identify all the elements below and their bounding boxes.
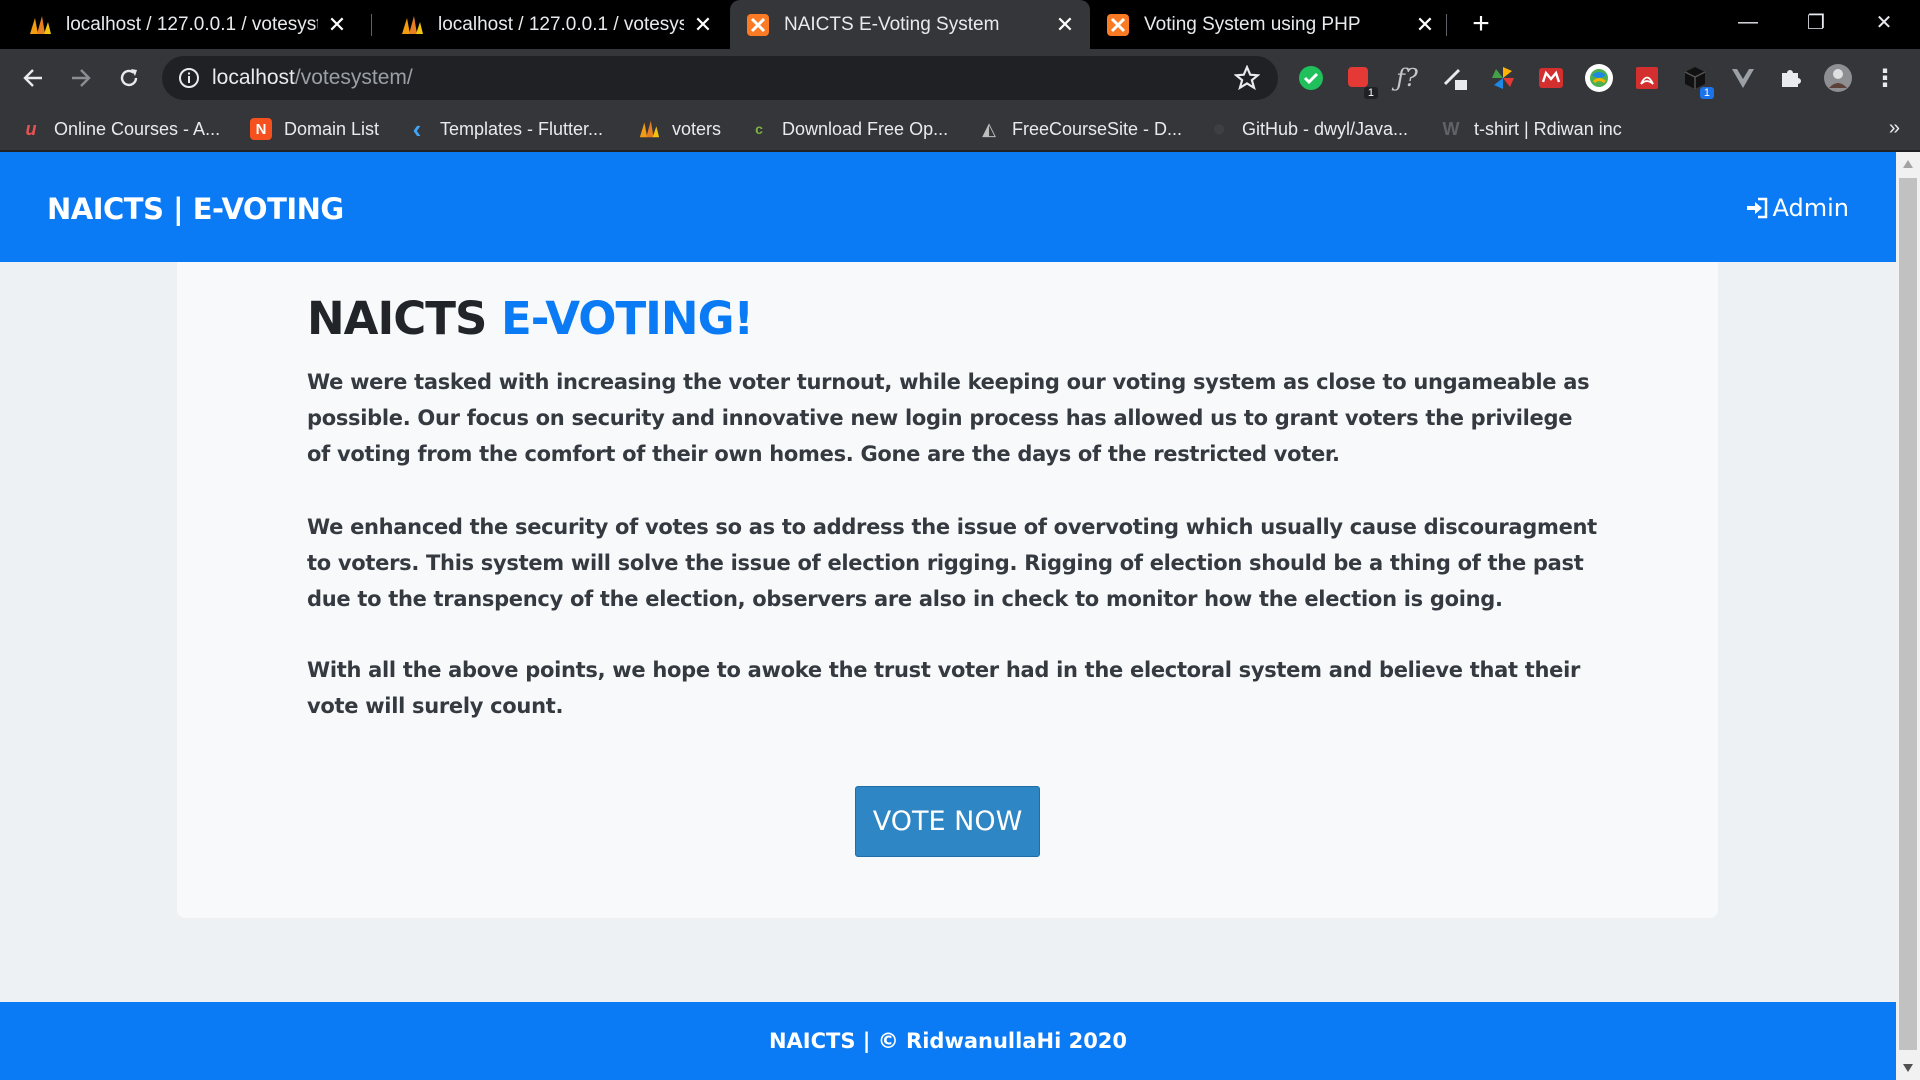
extension-globe-icon[interactable]	[1584, 63, 1614, 93]
bookmark-online-courses[interactable]: u Online Courses - A...	[20, 115, 221, 143]
tab-voting-system-php[interactable]: Voting System using PHP ✕	[1092, 0, 1450, 49]
title-accent: E-VOTING!	[501, 292, 754, 345]
arrow-left-icon	[23, 69, 42, 87]
browser-toolbar: localhost/votesystem/ 1 ƒ? 1 ⋮	[0, 49, 1920, 107]
intro-paragraph-1: We were tasked with increasing the voter…	[307, 370, 1590, 466]
extension-vue-icon[interactable]	[1728, 63, 1758, 93]
bookmark-label: Templates - Flutter...	[440, 118, 604, 139]
site-brand[interactable]: NAICTS | E-VOTING	[47, 192, 344, 226]
tab-phpmyadmin-1[interactable]: localhost / 127.0.0.1 / votesystem ✕	[0, 0, 362, 49]
reload-icon	[120, 69, 138, 87]
url-path: /votesystem/	[294, 66, 413, 89]
bookmark-voters[interactable]: voters	[638, 115, 721, 143]
phpmyadmin-icon	[400, 13, 424, 37]
vote-now-button[interactable]: VOTE NOW	[855, 786, 1040, 857]
page-viewport: NAICTS | E-VOTING Admin NAICTS E-VOTING!…	[0, 152, 1896, 1080]
new-tab-button[interactable]: +	[1466, 9, 1496, 40]
extension-check-icon[interactable]	[1296, 63, 1326, 93]
bookmark-star-icon[interactable]	[1234, 65, 1260, 91]
github-icon: ●	[1211, 115, 1227, 142]
tab-title: Voting System using PHP	[1144, 13, 1361, 35]
extensions-puzzle-icon[interactable]	[1776, 63, 1806, 93]
scroll-up-arrow-icon[interactable]	[1896, 152, 1920, 176]
extension-pdf-icon[interactable]	[1632, 63, 1662, 93]
site-navbar: NAICTS | E-VOTING Admin	[0, 152, 1896, 262]
extension-pen-icon[interactable]	[1440, 63, 1470, 93]
page-scrollbar[interactable]	[1896, 152, 1920, 1080]
bookmark-label: Domain List	[284, 118, 380, 139]
sign-in-icon	[1746, 197, 1767, 219]
bookmark-label: FreeCourseSite - D...	[1012, 118, 1183, 139]
tab-title: localhost / 127.0.0.1 / votesystem	[66, 13, 318, 35]
bookmark-domain-list[interactable]: N Domain List	[250, 115, 379, 143]
extension-pinwheel-icon[interactable]	[1488, 63, 1518, 93]
bookmark-templates-flutter[interactable]: ‹ Templates - Flutter...	[406, 113, 604, 144]
bookmark-download-free[interactable]: c Download Free Op...	[748, 115, 948, 143]
window-close-button[interactable]: ✕	[1856, 0, 1912, 44]
tab-naicts-evoting[interactable]: NAICTS E-Voting System ✕	[730, 0, 1090, 49]
address-bar[interactable]: localhost/votesystem/	[162, 56, 1278, 100]
tab-title: NAICTS E-Voting System	[784, 13, 1000, 35]
tab-strip: localhost / 127.0.0.1 / votesystem ✕ loc…	[0, 0, 1920, 49]
extension-font-icon[interactable]: ƒ?	[1392, 63, 1422, 93]
bookmark-label: voters	[672, 118, 722, 139]
tab-phpmyadmin-2[interactable]: localhost / 127.0.0.1 / votesystem ✕	[372, 0, 728, 49]
restore-button[interactable]: ❐	[1788, 0, 1844, 44]
flutter-icon: ‹	[412, 113, 422, 144]
intro-paragraph-2: We enhanced the security of votes so as …	[307, 515, 1597, 611]
bookmark-label: Online Courses - A...	[54, 118, 221, 139]
bookmark-label: Download Free Op...	[782, 118, 949, 139]
bookmark-freecoursesite[interactable]: ◭ FreeCourseSite - D...	[978, 115, 1182, 143]
wordpress-icon: W	[1442, 118, 1460, 139]
tab-separator	[1446, 14, 1447, 36]
extension-badge: 1	[1699, 87, 1714, 99]
extension-mendeley-icon[interactable]	[1536, 63, 1566, 93]
url-host: localhost	[212, 66, 295, 89]
extension-red-icon[interactable]: 1	[1344, 63, 1378, 99]
phpmyadmin-icon	[638, 118, 660, 140]
admin-label: Admin	[1772, 194, 1850, 222]
back-button[interactable]	[16, 61, 50, 95]
download-icon: c	[755, 121, 763, 137]
scroll-thumb[interactable]	[1899, 178, 1917, 1050]
udemy-icon: u	[25, 118, 37, 139]
menu-kebab-icon[interactable]: ⋮	[1870, 63, 1900, 93]
freecourse-icon: ◭	[982, 118, 996, 139]
close-icon[interactable]: ✕	[326, 13, 348, 36]
bookmark-tshirt[interactable]: W t-shirt | Rdiwan inc	[1440, 115, 1622, 143]
bookmarks-bar: u Online Courses - A... N Domain List ‹ …	[0, 107, 1920, 151]
bookmark-label: GitHub - dwyl/Java...	[1242, 118, 1409, 139]
domain-icon: N	[250, 118, 272, 140]
admin-login-link[interactable]: Admin	[1745, 194, 1850, 222]
minimize-button[interactable]: —	[1720, 0, 1776, 44]
title-prefix: NAICTS	[307, 292, 487, 345]
phpmyadmin-icon	[28, 13, 52, 37]
close-icon[interactable]: ✕	[692, 13, 714, 36]
scroll-down-arrow-icon[interactable]	[1896, 1056, 1920, 1080]
bookmarks-overflow-button[interactable]: »	[1889, 117, 1900, 140]
bookmark-label: t-shirt | Rdiwan inc	[1474, 118, 1622, 139]
page-title: NAICTS E-VOTING!	[307, 292, 754, 345]
forward-button[interactable]	[64, 61, 98, 95]
intro-paragraph-3: With all the above points, we hope to aw…	[307, 658, 1581, 718]
url-text[interactable]: localhost/votesystem/	[212, 66, 413, 90]
close-icon[interactable]: ✕	[1054, 13, 1076, 36]
arrow-right-icon	[72, 69, 91, 87]
intro-card: NAICTS E-VOTING! We were tasked with inc…	[177, 262, 1718, 918]
tab-title: localhost / 127.0.0.1 / votesystem	[438, 13, 684, 35]
reload-button[interactable]	[112, 61, 146, 95]
extension-badge: 1	[1363, 87, 1378, 99]
info-icon[interactable]	[178, 67, 200, 89]
close-icon[interactable]: ✕	[1414, 13, 1436, 36]
xampp-icon	[746, 13, 770, 37]
bookmark-github[interactable]: ● GitHub - dwyl/Java...	[1208, 115, 1408, 143]
profile-avatar[interactable]	[1823, 63, 1853, 93]
extension-cube-icon[interactable]: 1	[1680, 63, 1714, 99]
xampp-icon	[1106, 13, 1130, 37]
site-footer: NAICTS | © RidwanullaHi 2020	[0, 1002, 1896, 1080]
